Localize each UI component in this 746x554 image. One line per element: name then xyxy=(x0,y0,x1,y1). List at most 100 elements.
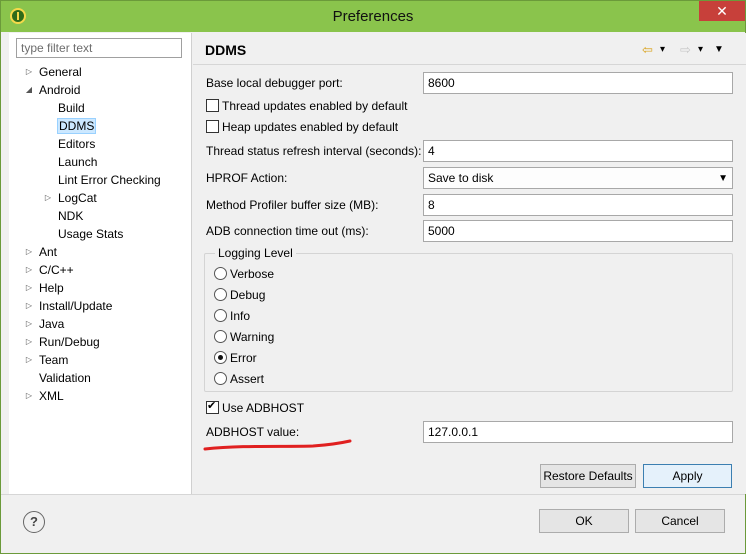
collapsed-arrow-icon[interactable]: ▷ xyxy=(24,333,34,351)
tree-item-label: Editors xyxy=(58,137,96,151)
apply-button[interactable]: Apply xyxy=(643,464,732,488)
tree-item[interactable]: Usage Stats xyxy=(58,225,123,243)
tree-item[interactable]: Editors xyxy=(58,135,95,153)
title-bar[interactable]: Preferences ✕ xyxy=(1,1,745,32)
thread-updates-box[interactable] xyxy=(206,99,219,112)
tree-item[interactable]: ▷ Help xyxy=(26,279,64,297)
collapsed-arrow-icon[interactable]: ▷ xyxy=(24,297,34,315)
ok-button[interactable]: OK xyxy=(539,509,629,533)
tree-item[interactable]: ▷ Java xyxy=(26,315,65,333)
tree-item[interactable]: Validation xyxy=(39,369,91,387)
tree-item[interactable]: ▷ General xyxy=(26,63,82,81)
logging-option-label: Verbose xyxy=(230,267,275,281)
adb-timeout-input[interactable] xyxy=(423,220,733,242)
logging-option[interactable]: Debug xyxy=(214,286,265,304)
page-navigation: ⇦ ▾ ⇨ ▾ ▼ xyxy=(642,41,732,59)
tree-item-label: Team xyxy=(39,353,69,367)
tree-item-label: Java xyxy=(39,317,65,331)
window-title: Preferences xyxy=(332,8,414,25)
radio-button[interactable] xyxy=(214,267,227,280)
collapsed-arrow-icon[interactable]: ▷ xyxy=(24,315,34,333)
base-port-input[interactable] xyxy=(423,72,733,94)
tree-item-label: C/C++ xyxy=(39,263,74,277)
logging-option[interactable]: Info xyxy=(214,307,250,325)
tree-item-label: XML xyxy=(39,389,64,403)
tree-item[interactable]: Build xyxy=(58,99,85,117)
expanded-arrow-icon[interactable]: ◢ xyxy=(24,81,34,99)
collapsed-arrow-icon[interactable]: ▷ xyxy=(24,279,34,297)
heap-updates-box[interactable] xyxy=(206,120,219,133)
logging-option-label: Debug xyxy=(230,288,266,302)
collapsed-arrow-icon[interactable]: ▷ xyxy=(24,243,34,261)
footer-divider xyxy=(1,494,745,495)
thread-refresh-input[interactable] xyxy=(423,140,733,162)
preference-tree-panel: ▷ General ◢ Android Build DDMS Editors Launch Li… xyxy=(9,33,192,494)
tree-item[interactable]: NDK xyxy=(58,207,83,225)
thread-refresh-label: Thread status refresh interval (seconds)… xyxy=(206,144,422,158)
tree-item[interactable]: ◢ Android xyxy=(26,81,80,99)
logging-option[interactable]: Warning xyxy=(214,328,274,346)
hprof-action-select[interactable]: Save to disk ▼ xyxy=(423,167,733,189)
radio-button[interactable] xyxy=(214,309,227,322)
forward-arrow-icon[interactable]: ⇨ xyxy=(680,41,691,59)
logging-option[interactable]: Assert xyxy=(214,370,264,388)
tree-item[interactable]: ▷ Ant xyxy=(26,243,58,261)
radio-button[interactable] xyxy=(214,351,227,364)
logging-option-label: Info xyxy=(230,309,251,323)
collapsed-arrow-icon[interactable]: ▷ xyxy=(24,63,34,81)
preferences-window: Preferences ✕ ▷ General ◢ Android Build DDMS E… xyxy=(0,0,746,554)
tree-item[interactable]: ▷ C/C++ xyxy=(26,261,74,279)
logging-option[interactable]: Verbose xyxy=(214,265,274,283)
heap-updates-checkbox[interactable]: Heap updates enabled by default xyxy=(206,118,398,136)
profiler-buffer-input[interactable] xyxy=(423,194,733,216)
tree-item-label: Lint Error Checking xyxy=(58,173,161,187)
logging-level-group: Logging Level Verbose Debug Info Warning Err… xyxy=(204,246,733,392)
chevron-down-icon: ▼ xyxy=(718,173,728,184)
collapsed-arrow-icon[interactable]: ▷ xyxy=(24,351,34,369)
back-arrow-icon[interactable]: ⇦ xyxy=(642,41,653,59)
tree-item-label: Run/Debug xyxy=(39,335,100,349)
forward-dropdown-icon[interactable]: ▾ xyxy=(698,41,703,59)
help-icon[interactable]: ? xyxy=(23,511,45,533)
radio-button[interactable] xyxy=(214,288,227,301)
restore-defaults-button[interactable]: Restore Defaults xyxy=(540,464,636,488)
view-menu-icon[interactable]: ▼ xyxy=(714,41,724,59)
back-dropdown-icon[interactable]: ▾ xyxy=(660,41,665,59)
logging-option[interactable]: Error xyxy=(214,349,257,367)
red-underline-annotation xyxy=(203,439,352,451)
tree-item[interactable]: ▷ LogCat xyxy=(45,189,97,207)
tree-item-label: Install/Update xyxy=(39,299,113,313)
tree-item[interactable]: ▷ Team xyxy=(26,351,69,369)
logging-level-title: Logging Level xyxy=(215,246,296,260)
tree-item[interactable]: ▷ XML xyxy=(26,387,64,405)
tree-item-label: Build xyxy=(58,101,85,115)
collapsed-arrow-icon[interactable]: ▷ xyxy=(24,387,34,405)
tree-item-label: Help xyxy=(39,281,64,295)
tree-item-label: Validation xyxy=(39,371,91,385)
tree-item[interactable]: DDMS xyxy=(56,117,97,135)
tree-item-label: Ant xyxy=(39,245,58,259)
adbhost-value-input[interactable] xyxy=(423,421,733,443)
tree-item[interactable]: ▷ Install/Update xyxy=(26,297,113,315)
radio-button[interactable] xyxy=(214,330,227,343)
logging-option-label: Assert xyxy=(230,372,265,386)
collapsed-arrow-icon[interactable]: ▷ xyxy=(43,189,53,207)
thread-updates-checkbox[interactable]: Thread updates enabled by default xyxy=(206,97,407,115)
filter-input[interactable] xyxy=(16,38,182,58)
tree-item-label: LogCat xyxy=(58,191,97,205)
tree-item-label: General xyxy=(39,65,82,79)
tree-item[interactable]: Launch xyxy=(58,153,97,171)
tree-item[interactable]: Lint Error Checking xyxy=(58,171,161,189)
use-adbhost-box[interactable] xyxy=(206,399,219,414)
ddms-page: DDMS ⇦ ▾ ⇨ ▾ ▼ Base local debugger port:… xyxy=(193,33,746,494)
radio-button[interactable] xyxy=(214,372,227,385)
logging-option-label: Error xyxy=(230,351,257,365)
tree-item[interactable]: ▷ Run/Debug xyxy=(26,333,100,351)
tree-item-label: DDMS xyxy=(56,118,97,134)
close-button[interactable]: ✕ xyxy=(699,1,745,21)
use-adbhost-checkbox[interactable]: Use ADBHOST xyxy=(206,399,304,417)
use-adbhost-label: Use ADBHOST xyxy=(222,401,305,415)
cancel-button[interactable]: Cancel xyxy=(635,509,725,533)
thread-updates-label: Thread updates enabled by default xyxy=(222,99,408,113)
collapsed-arrow-icon[interactable]: ▷ xyxy=(24,261,34,279)
